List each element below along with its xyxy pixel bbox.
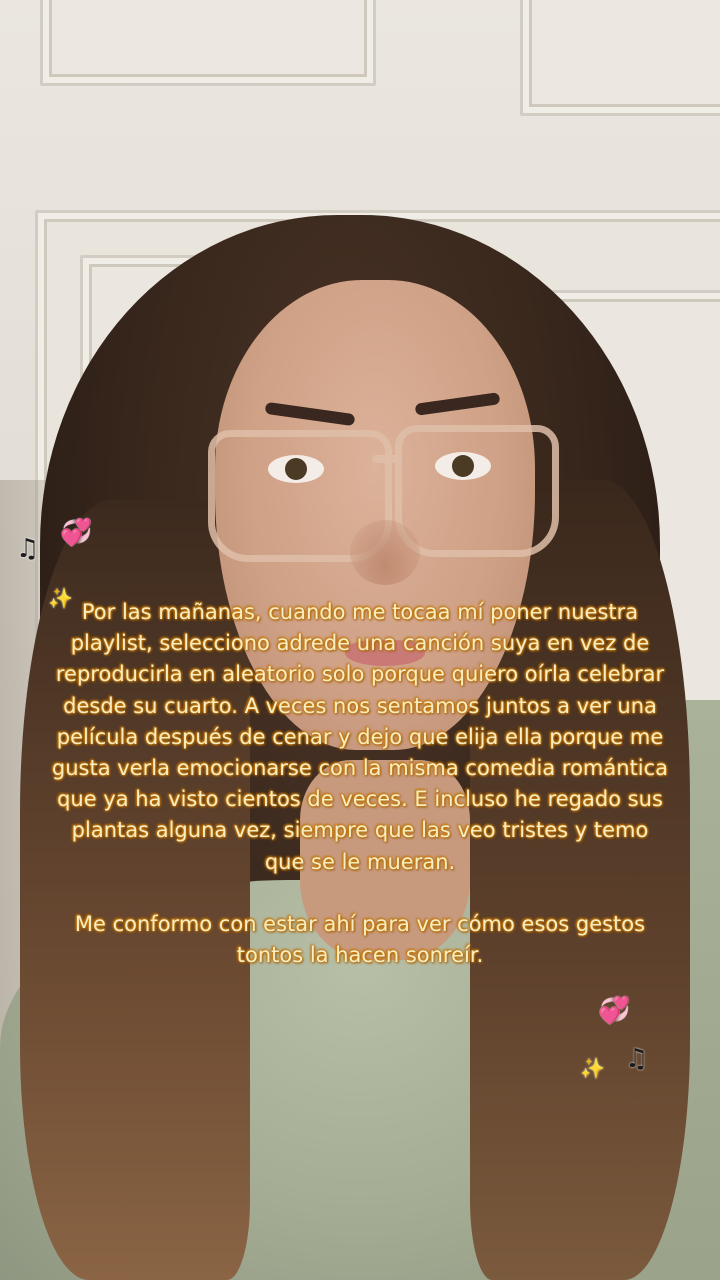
- door-panel-top-right: [520, 0, 720, 116]
- caption-overlay: Por las mañanas, cuando me tocaa mí pone…: [50, 597, 670, 971]
- caption-paragraph-2: Me conformo con estar ahí para ver cómo …: [74, 911, 646, 968]
- door-panel-top-left: [40, 0, 376, 86]
- music-note-icon: ♫: [16, 534, 40, 564]
- video-frame: ♫ 💞 ✨ Por las mañanas, cuando me tocaa m…: [0, 0, 720, 1280]
- heart-icon: 💞: [60, 518, 93, 548]
- nose: [350, 520, 420, 585]
- sparkles-icon: ✨: [580, 1056, 605, 1080]
- caption-paragraph-1: Por las mañanas, cuando me tocaa mí pone…: [51, 600, 669, 874]
- glasses-bridge: [372, 455, 402, 463]
- music-note-icon: ♫: [625, 1044, 649, 1074]
- heart-icon: 💞: [598, 996, 631, 1026]
- glasses-right-lens: [395, 425, 559, 557]
